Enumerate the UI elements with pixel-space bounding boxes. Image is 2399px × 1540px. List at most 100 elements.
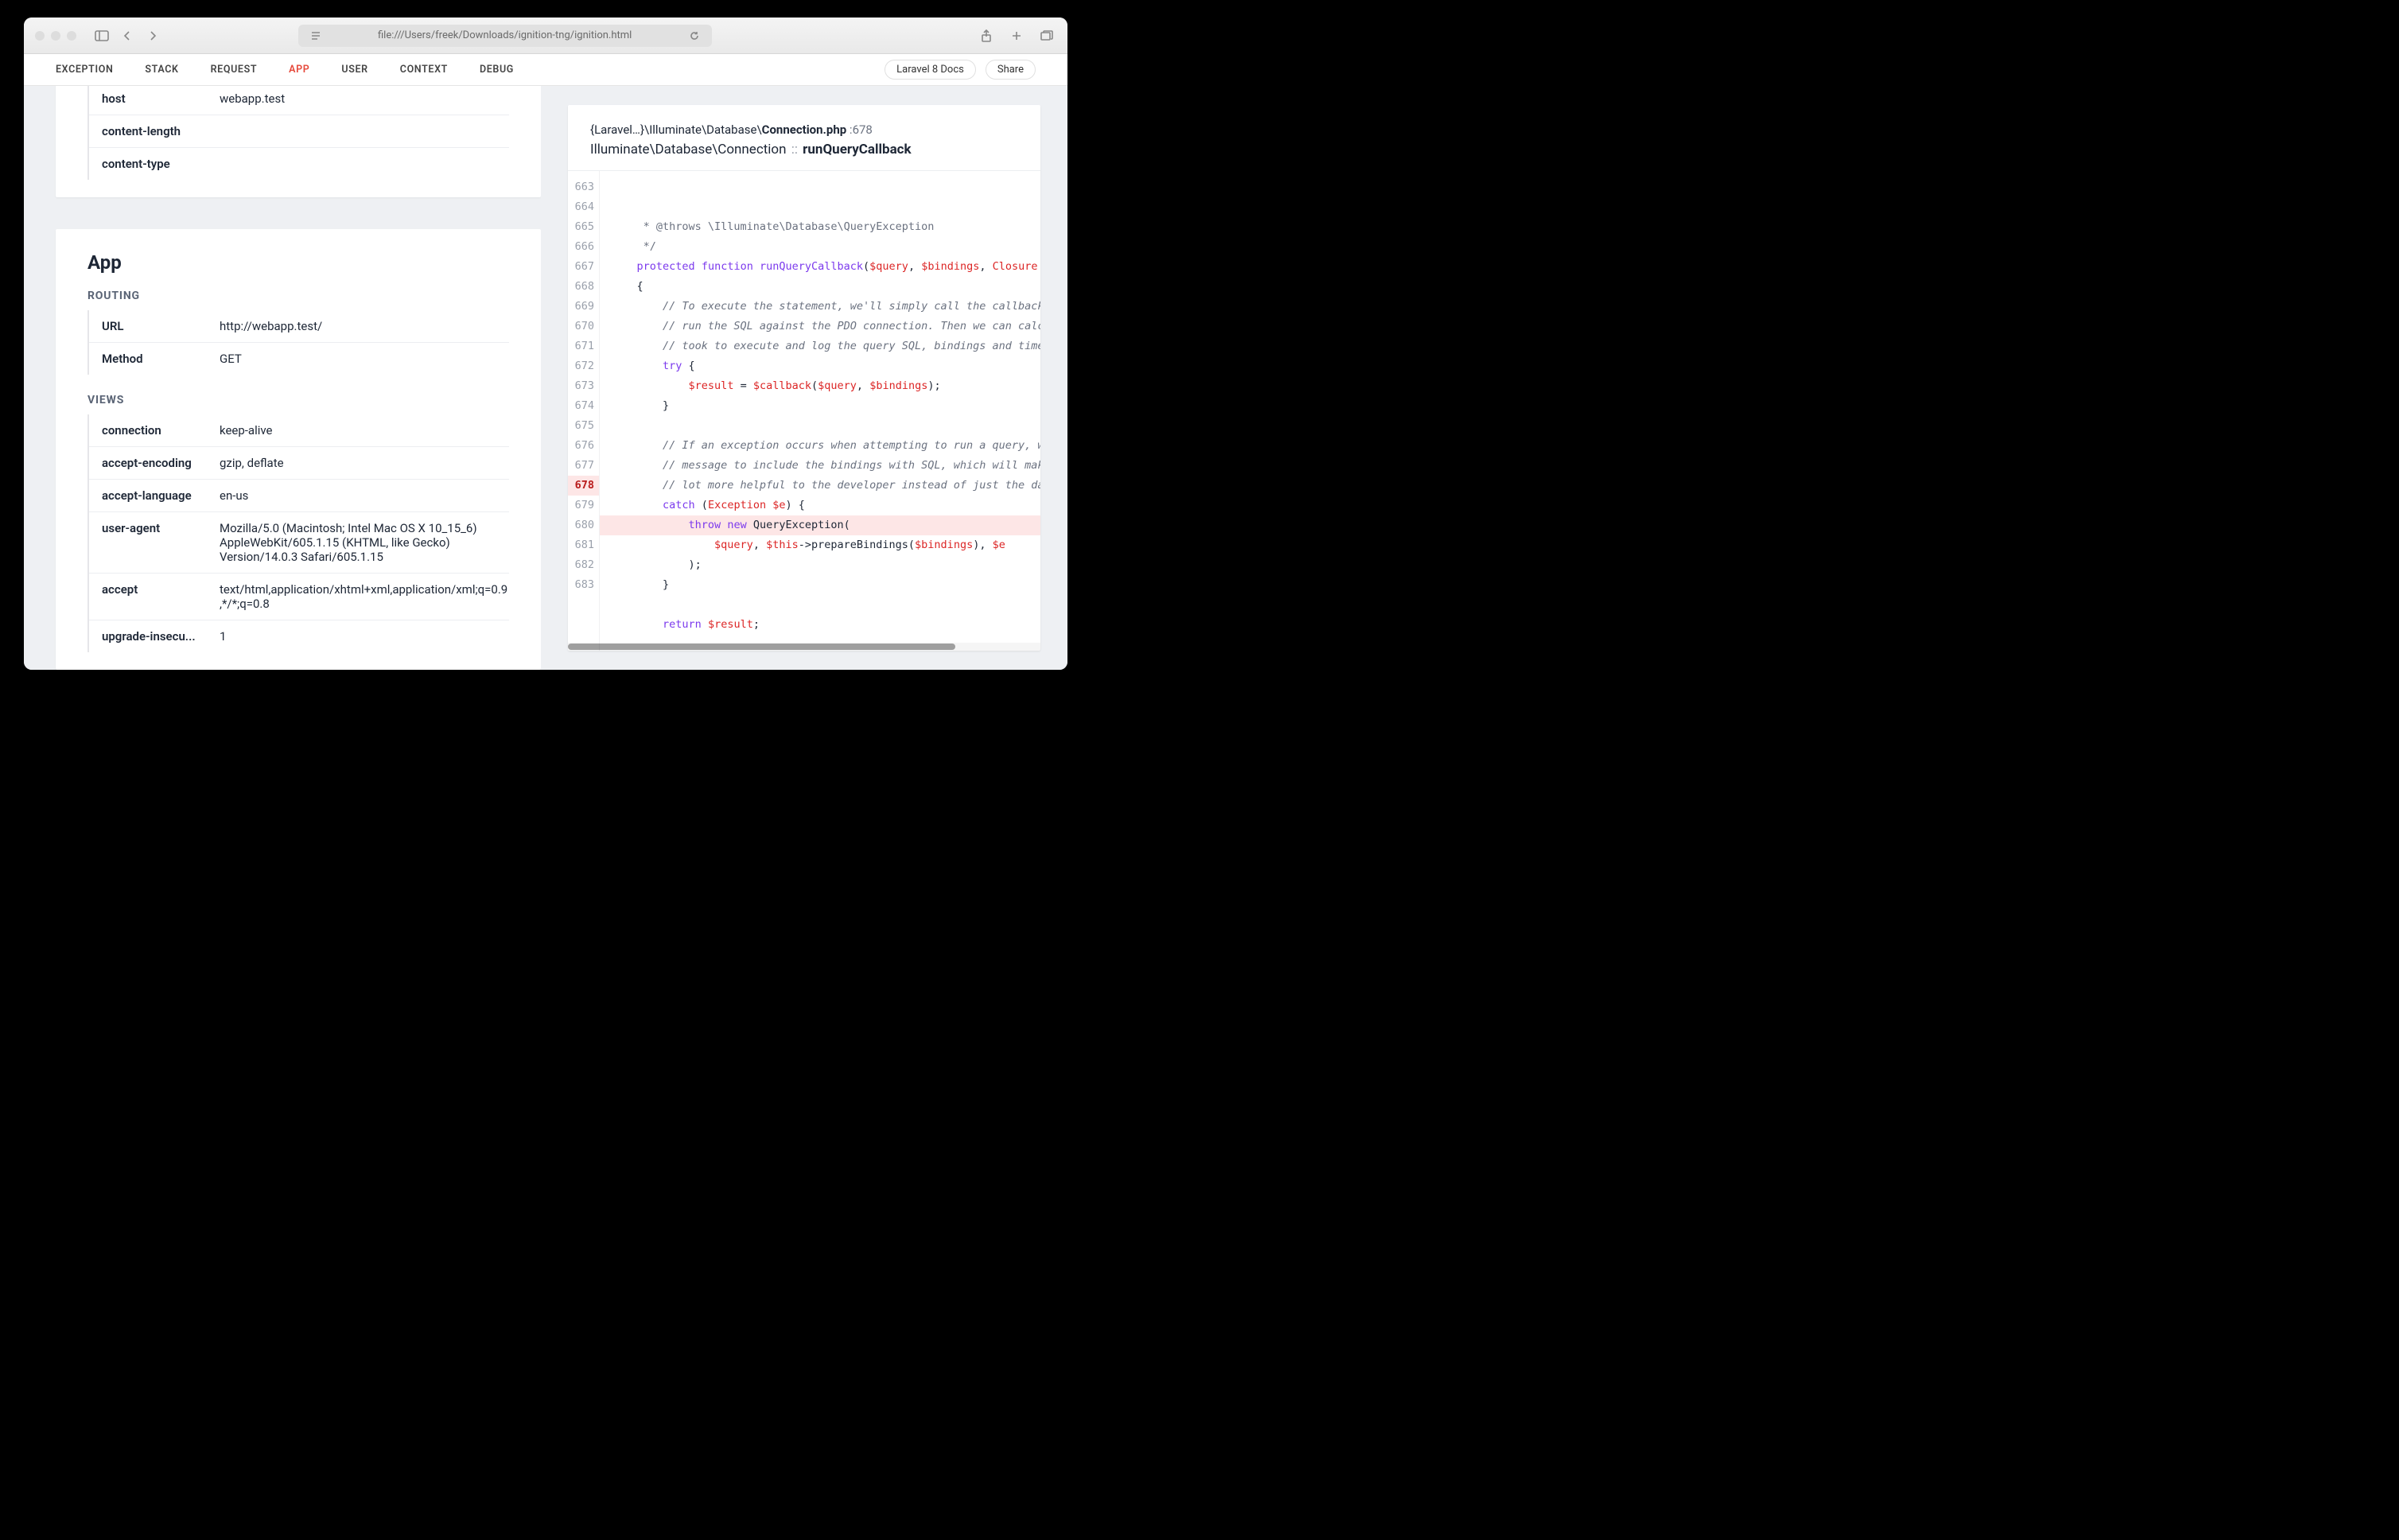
- line-number: 669: [568, 297, 599, 317]
- line-number: 668: [568, 277, 599, 297]
- line-number: 671: [568, 336, 599, 356]
- code-line: $result = $callback($query, $bindings);: [600, 376, 1040, 396]
- reload-icon[interactable]: [685, 26, 704, 45]
- code-line: throw new QueryException(: [600, 515, 1040, 535]
- line-number: 663: [568, 177, 599, 197]
- window-controls[interactable]: [35, 31, 76, 41]
- kv-value: keep-alive: [220, 423, 509, 438]
- nav-tabs: EXCEPTION STACK REQUEST APP USER CONTEXT…: [24, 54, 1067, 86]
- docs-button[interactable]: Laravel 8 Docs: [885, 60, 976, 80]
- views-list: connection keep-alive accept-encoding gzip,…: [87, 414, 509, 652]
- line-number: 675: [568, 416, 599, 436]
- line-number: 674: [568, 396, 599, 416]
- code-line: // lot more helpful to the developer ins…: [600, 476, 1040, 496]
- code-body: 6636646656666676686696706716726736746756…: [568, 171, 1040, 651]
- reader-icon[interactable]: [306, 26, 325, 45]
- kv-row: content-type: [89, 148, 509, 180]
- method-name: runQueryCallback: [803, 142, 911, 158]
- zoom-icon[interactable]: [67, 31, 76, 41]
- kv-value: GET: [220, 352, 509, 366]
- kv-key: accept-encoding: [102, 456, 213, 470]
- kv-row: URLhttp://webapp.test/: [89, 310, 509, 343]
- code-line: return $result;: [600, 615, 1040, 635]
- line-number: 665: [568, 217, 599, 237]
- kv-key: content-type: [102, 157, 213, 171]
- kv-key: connection: [102, 423, 213, 438]
- line-number: 664: [568, 197, 599, 217]
- kv-key: accept-language: [102, 488, 213, 503]
- line-number: 676: [568, 436, 599, 456]
- forward-icon[interactable]: [143, 26, 162, 45]
- routing-list: URLhttp://webapp.test/Method GET: [87, 310, 509, 375]
- new-tab-icon[interactable]: [1007, 26, 1026, 45]
- code-line: {: [600, 277, 1040, 297]
- line-number: 667: [568, 257, 599, 277]
- content: host webapp.test content-length content-typ…: [24, 86, 1067, 670]
- kv-value: 1: [220, 629, 509, 644]
- line-number: 677: [568, 456, 599, 476]
- kv-row: connection keep-alive: [89, 414, 509, 447]
- share-icon[interactable]: [977, 26, 996, 45]
- code-lines: * @throws \Illuminate\Database\QueryExce…: [600, 171, 1040, 651]
- code-line: */: [600, 237, 1040, 257]
- right-column: {Laravel…}\Illuminate\Database\Connectio…: [541, 86, 1067, 670]
- kv-value: webapp.test: [220, 91, 509, 106]
- tabs-overview-icon[interactable]: [1037, 26, 1056, 45]
- code-line: }: [600, 575, 1040, 595]
- kv-key: Method: [102, 352, 213, 366]
- routing-heading: ROUTING: [87, 290, 509, 302]
- app-card: App ROUTING URLhttp://webapp.test/Method…: [56, 229, 541, 670]
- kv-value: en-us: [220, 488, 509, 503]
- url-text: file:///Users/freek/Downloads/ignition-t…: [332, 29, 678, 41]
- line-number: 666: [568, 237, 599, 257]
- file-path: {Laravel…}\Illuminate\Database\Connectio…: [590, 122, 1018, 137]
- code-line: // To execute the statement, we'll simpl…: [600, 297, 1040, 317]
- code-line: }: [600, 396, 1040, 416]
- path-file: Connection.php: [762, 122, 847, 137]
- share-button[interactable]: Share: [986, 60, 1036, 80]
- line-number: 670: [568, 317, 599, 336]
- tab-stack[interactable]: STACK: [145, 64, 178, 76]
- close-icon[interactable]: [35, 31, 45, 41]
- code-line: try {: [600, 356, 1040, 376]
- class-ns: Illuminate\Database\Connection: [590, 142, 787, 158]
- kv-value: gzip, deflate: [220, 456, 509, 470]
- kv-key: URL: [102, 319, 213, 333]
- kv-row: accepttext/html,application/xhtml+xml,ap…: [89, 574, 509, 620]
- minimize-icon[interactable]: [51, 31, 60, 41]
- sidebar-icon[interactable]: [92, 26, 111, 45]
- app-title: App: [87, 251, 509, 274]
- tab-user[interactable]: USER: [341, 64, 367, 76]
- headers-card: host webapp.test content-length content-typ…: [56, 86, 541, 197]
- code-line: // run the SQL against the PDO connectio…: [600, 317, 1040, 336]
- kv-key: content-length: [102, 124, 213, 138]
- line-number: 681: [568, 535, 599, 555]
- tab-request[interactable]: REQUEST: [211, 64, 258, 76]
- kv-key: upgrade-insecu...: [102, 629, 213, 644]
- kv-row: host webapp.test: [89, 86, 509, 115]
- tab-exception[interactable]: EXCEPTION: [56, 64, 113, 76]
- browser-window: file:///Users/freek/Downloads/ignition-t…: [24, 18, 1067, 670]
- tab-debug[interactable]: DEBUG: [480, 64, 514, 76]
- headers-list: host webapp.test content-length content-typ…: [87, 86, 509, 180]
- kv-row: Method GET: [89, 343, 509, 375]
- tab-context[interactable]: CONTEXT: [400, 64, 448, 76]
- line-number: 682: [568, 555, 599, 575]
- line-number: 680: [568, 515, 599, 535]
- code-line: // took to execute and log the query SQL…: [600, 336, 1040, 356]
- kv-key: host: [102, 91, 213, 106]
- horizontal-scrollbar[interactable]: [568, 643, 1040, 651]
- path-line: 678: [853, 122, 873, 137]
- back-icon[interactable]: [118, 26, 137, 45]
- left-column: host webapp.test content-length content-typ…: [24, 86, 541, 670]
- kv-row: accept-language en-us: [89, 480, 509, 512]
- tab-app[interactable]: APP: [289, 64, 309, 76]
- code-line: // message to include the bindings with …: [600, 456, 1040, 476]
- line-number: 683: [568, 575, 599, 595]
- kv-row: user-agentMozilla/5.0 (Macintosh; Intel …: [89, 512, 509, 574]
- code-line: * @throws \Illuminate\Database\QueryExce…: [600, 217, 1040, 237]
- address-bar[interactable]: file:///Users/freek/Downloads/ignition-t…: [298, 25, 712, 47]
- class-method: Illuminate\Database\Connection :: runQue…: [590, 142, 1018, 158]
- scrollbar-thumb[interactable]: [568, 644, 955, 650]
- kv-row: upgrade-insecu... 1: [89, 620, 509, 652]
